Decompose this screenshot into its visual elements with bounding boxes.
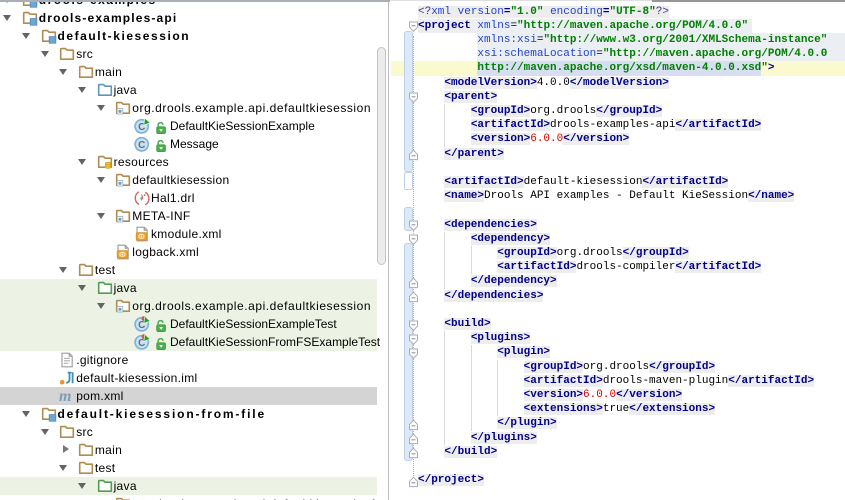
- svg-text:C: C: [138, 140, 145, 151]
- svg-text:m: m: [59, 388, 71, 404]
